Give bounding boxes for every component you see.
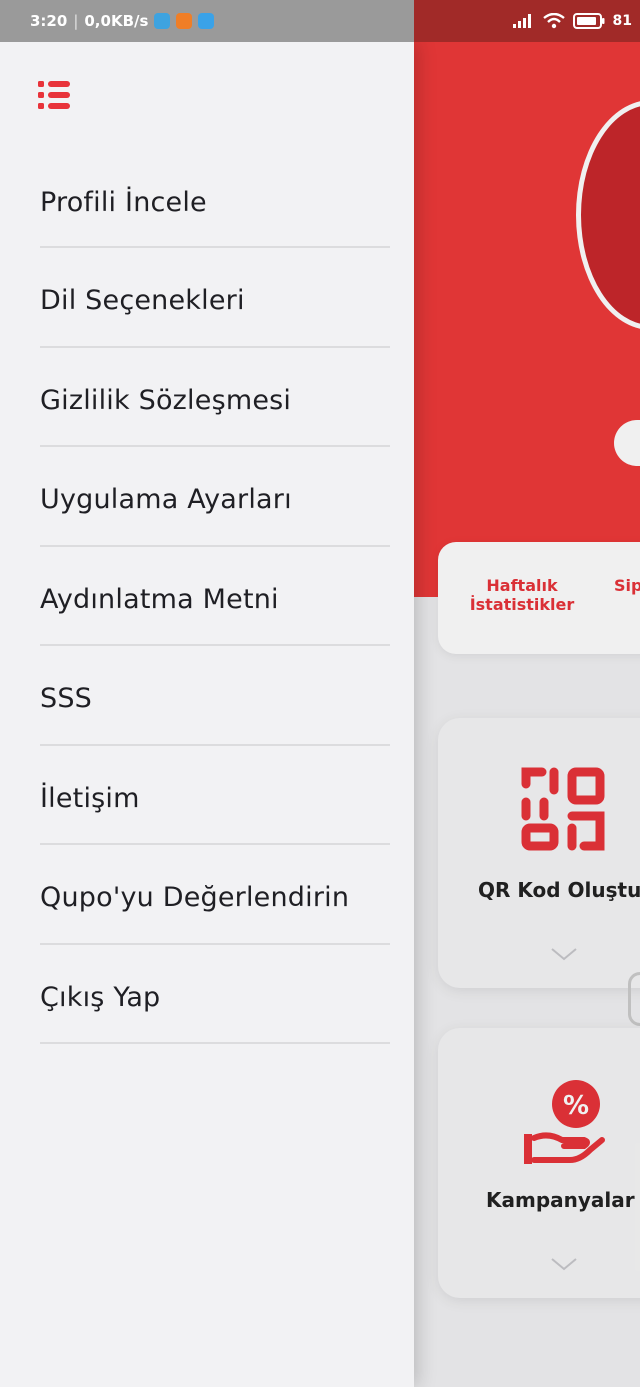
stats-card: Haftalık İstatistikler Sip xyxy=(438,542,640,654)
status-bar-right: 81 xyxy=(414,0,640,42)
drawer-menu: Profili İncele Dil Seçenekleri Gizlilik … xyxy=(40,150,390,1044)
background-app: Haftalık İstatistikler Sip QR Kod Oluştu… xyxy=(414,42,640,1387)
status-time: 3:20 xyxy=(30,12,68,30)
profile-avatar[interactable] xyxy=(576,100,640,330)
qr-code-label: QR Kod Oluştu xyxy=(478,878,640,902)
status-network-speed: 0,0KB/s xyxy=(84,12,149,30)
navigation-drawer: Profili İncele Dil Seçenekleri Gizlilik … xyxy=(0,42,414,1387)
menu-item-disclosure[interactable]: Aydınlatma Metni xyxy=(40,547,390,646)
menu-item-logout[interactable]: Çıkış Yap xyxy=(40,945,390,1044)
menu-item-rate-app[interactable]: Qupo'yu Değerlendirin xyxy=(40,845,390,945)
campaigns-label: Kampanyalar xyxy=(486,1188,635,1212)
telegram-icon xyxy=(154,13,171,29)
hero-banner xyxy=(414,42,640,597)
wifi-icon xyxy=(542,13,565,29)
menu-item-contact[interactable]: İletişim xyxy=(40,746,390,845)
video-app-icon xyxy=(176,13,193,29)
menu-item-privacy[interactable]: Gizlilik Sözleşmesi xyxy=(40,348,390,447)
campaigns-card[interactable]: % Kampanyalar xyxy=(438,1028,640,1298)
svg-text:%: % xyxy=(563,1091,589,1121)
menu-item-faq[interactable]: SSS xyxy=(40,646,390,746)
orders-tab[interactable]: Sip xyxy=(614,576,640,595)
qr-code-card[interactable]: QR Kod Oluştu xyxy=(438,718,640,988)
qr-code-icon xyxy=(521,767,605,851)
list-menu-icon[interactable] xyxy=(38,80,72,110)
menu-item-app-settings[interactable]: Uygulama Ayarları xyxy=(40,447,390,547)
battery-level: 81 xyxy=(612,13,632,29)
discount-hand-icon: % xyxy=(524,1080,605,1164)
battery-icon xyxy=(572,13,605,29)
menu-item-language[interactable]: Dil Seçenekleri xyxy=(40,248,390,348)
twitter-icon xyxy=(198,13,215,29)
signal-icon xyxy=(512,14,531,28)
chevron-down-icon[interactable] xyxy=(550,1256,578,1272)
menu-item-view-profile[interactable]: Profili İncele xyxy=(40,150,390,248)
status-toggle[interactable] xyxy=(614,420,640,466)
chevron-down-icon[interactable] xyxy=(550,946,578,962)
weekly-stats-tab[interactable]: Haftalık İstatistikler xyxy=(462,576,582,614)
scroll-indicator xyxy=(628,972,640,1026)
status-bar: 3:20 | 0,0KB/s 81 xyxy=(0,0,640,42)
status-bar-left: 3:20 | 0,0KB/s xyxy=(0,0,414,42)
